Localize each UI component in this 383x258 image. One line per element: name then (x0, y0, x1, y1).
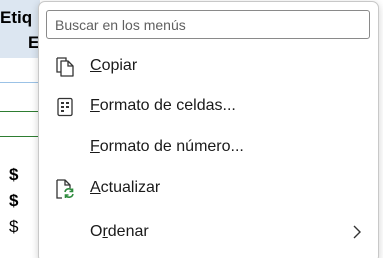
format-cells-icon (54, 96, 76, 118)
menu-item-label: Actualizar (90, 179, 161, 196)
currency-cell[interactable]: $ (9, 217, 18, 237)
currency-cell[interactable]: $ (9, 191, 18, 211)
menu-search-input[interactable] (46, 10, 370, 39)
menu-item-label: Formato de celdas... (90, 97, 236, 114)
menu-item-sort[interactable]: Ordenar (40, 212, 377, 252)
chevron-right-icon (349, 223, 365, 241)
row-divider (0, 82, 40, 83)
menu-item-format-cells[interactable]: Formato de celdas... (40, 86, 377, 126)
menu-item-label: Copiar (90, 57, 138, 74)
pivot-header-cell[interactable]: Etiq E (0, 0, 40, 58)
screenshot-stage: Etiq E $ $ $ Copiar (0, 0, 383, 258)
menu-item-copy[interactable]: Copiar (40, 46, 377, 86)
menu-item-refresh[interactable]: Actualizar (40, 168, 377, 208)
header-text-line1: Etiq (0, 8, 33, 27)
context-menu: Copiar Formato de celdas... Formato de n… (38, 1, 379, 258)
currency-cell[interactable]: $ (9, 165, 18, 185)
refresh-icon (54, 178, 76, 200)
row-divider (0, 136, 40, 137)
menu-item-number-format[interactable]: Formato de número... (40, 127, 377, 167)
copy-icon (54, 56, 76, 78)
row-divider (0, 111, 40, 112)
spreadsheet-background: Etiq E $ $ $ (0, 0, 40, 258)
menu-item-label: Formato de número... (90, 138, 244, 155)
menu-item-label: Ordenar (90, 223, 149, 240)
